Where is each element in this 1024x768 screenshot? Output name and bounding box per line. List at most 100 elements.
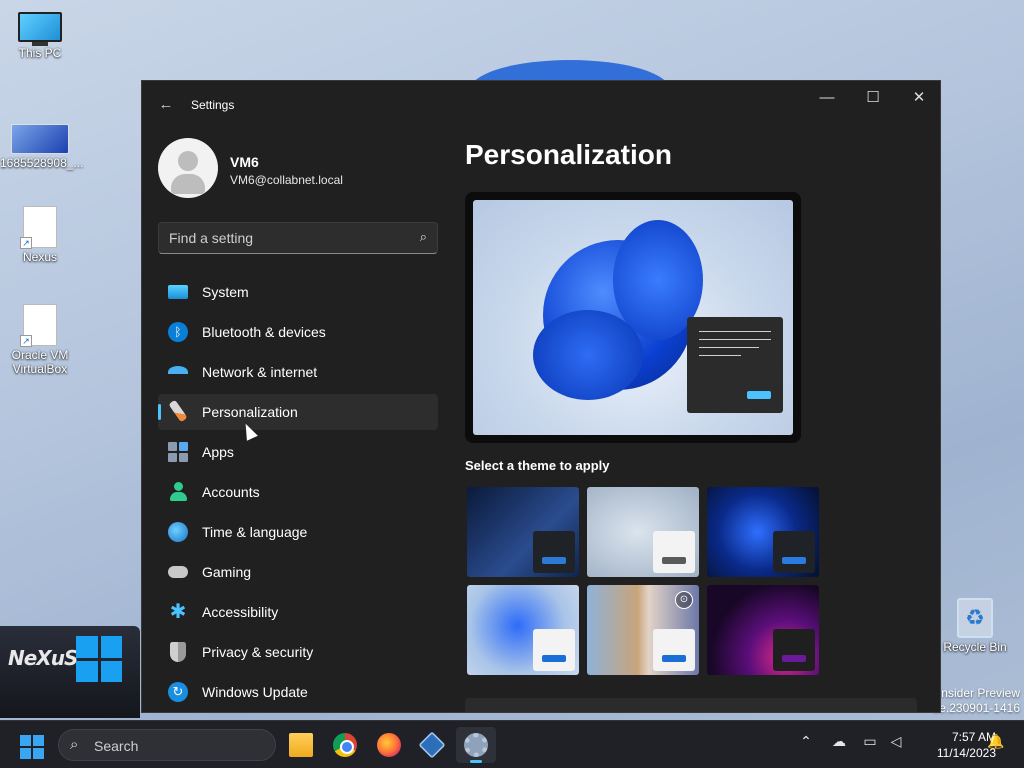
- shortcut-file-icon: ↗: [20, 304, 57, 347]
- desktop-icon-nexus[interactable]: ↗ Nexus: [0, 206, 80, 264]
- sidebar-item-system[interactable]: System: [158, 274, 438, 310]
- taskbar: ⌕ Search ⌃ ☁ ▭ ◁ 7:57 AM 11/14/2023 🔔: [0, 720, 1024, 768]
- virtualbox-icon: [418, 731, 446, 759]
- search-icon: ⌕: [70, 736, 79, 753]
- shortcut-file-icon: ↗: [20, 206, 57, 249]
- find-setting-search[interactable]: ⌕: [158, 222, 438, 254]
- account-icon: [168, 482, 188, 502]
- desktop-icon-label: 1685528908_...: [0, 156, 84, 170]
- clock-date: 11/14/2023: [936, 746, 996, 760]
- search-icon[interactable]: ⌕: [420, 229, 427, 245]
- sidebar-item-label: System: [202, 284, 249, 300]
- sidebar-item-accessibility[interactable]: ✱ Accessibility: [158, 594, 438, 630]
- image-file-icon: [11, 124, 69, 154]
- chrome-icon: [333, 733, 357, 757]
- sidebar-item-label: Apps: [202, 444, 234, 460]
- file-explorer-icon: [289, 733, 313, 757]
- apps-icon: [168, 442, 188, 462]
- sidebar-item-personalization[interactable]: Personalization: [158, 394, 438, 430]
- title-bar[interactable]: ← Settings — ☐ ✕: [142, 81, 940, 127]
- update-icon: ↻: [168, 682, 188, 702]
- network-icon[interactable]: ▭: [860, 733, 880, 750]
- maximize-button[interactable]: ☐: [850, 83, 896, 113]
- settings-icon: [464, 733, 488, 757]
- theme-tile[interactable]: ⊙: [587, 585, 699, 675]
- wallpaper-preview: [473, 200, 793, 435]
- monitor-icon: [168, 285, 188, 299]
- back-arrow-icon[interactable]: ←: [156, 95, 176, 115]
- desktop-icon-label: This PC: [18, 46, 62, 60]
- search-input[interactable]: [169, 228, 409, 248]
- theme-tile[interactable]: [707, 585, 819, 675]
- nexus-logo: NeXuS: [8, 646, 78, 670]
- sidebar-item-apps[interactable]: Apps: [158, 434, 438, 470]
- sidebar-item-label: Windows Update: [202, 684, 308, 700]
- taskbar-clock[interactable]: 7:57 AM 11/14/2023: [912, 729, 996, 761]
- sidebar-item-label: Time & language: [202, 524, 308, 540]
- sidebar-nav: System ᛒ Bluetooth & devices Network & i…: [158, 274, 438, 712]
- taskbar-search[interactable]: ⌕ Search: [58, 729, 276, 761]
- shield-icon: [170, 642, 186, 662]
- desktop-icon-label: Nexus: [22, 250, 57, 264]
- sidebar-item-gaming[interactable]: Gaming: [158, 554, 438, 590]
- desktop-icon-this-pc[interactable]: This PC: [0, 12, 80, 60]
- globe-clock-icon: [168, 522, 188, 542]
- accessibility-icon: ✱: [169, 601, 187, 623]
- sidebar-item-accounts[interactable]: Accounts: [158, 474, 438, 510]
- sidebar-item-windows-update[interactable]: ↻ Windows Update: [158, 674, 438, 710]
- user-email: VM6@collabnet.local: [230, 173, 343, 187]
- sidebar-item-bluetooth[interactable]: ᛒ Bluetooth & devices: [158, 314, 438, 350]
- paintbrush-icon: [168, 399, 188, 423]
- theme-tile[interactable]: [707, 487, 819, 577]
- wifi-icon: [168, 366, 188, 378]
- sidebar-item-label: Accounts: [202, 484, 260, 500]
- taskbar-firefox[interactable]: [369, 727, 409, 763]
- settings-card-partial[interactable]: [465, 698, 917, 712]
- taskbar-virtualbox[interactable]: [412, 727, 452, 763]
- sidebar-item-time-language[interactable]: Time & language: [158, 514, 438, 550]
- bluetooth-icon: ᛒ: [168, 322, 188, 342]
- volume-icon[interactable]: ◁: [886, 733, 906, 750]
- start-button[interactable]: [20, 735, 44, 759]
- avatar: [158, 138, 218, 198]
- theme-preview: [465, 192, 801, 443]
- taskbar-file-explorer[interactable]: [281, 727, 321, 763]
- windows-logo-icon[interactable]: [76, 636, 122, 682]
- desktop-icon-label: Oracle VM VirtualBox: [11, 348, 69, 376]
- sidebar-item-label: Accessibility: [202, 604, 279, 620]
- taskbar-settings[interactable]: [456, 727, 496, 763]
- build-watermark-line1: Insider Preview: [937, 686, 1020, 700]
- gamepad-icon: [168, 566, 188, 578]
- clock-time: 7:57 AM: [951, 730, 996, 744]
- firefox-icon: [377, 733, 401, 757]
- build-watermark-line2: se.230901-1416: [933, 701, 1020, 715]
- theme-grid: ⊙: [467, 487, 821, 675]
- app-title: Settings: [191, 98, 235, 112]
- theme-tile[interactable]: [587, 487, 699, 577]
- computer-icon: [18, 12, 62, 46]
- close-button[interactable]: ✕: [896, 83, 940, 113]
- sidebar-item-privacy-security[interactable]: Privacy & security: [158, 634, 438, 670]
- sidebar-item-label: Network & internet: [202, 364, 318, 380]
- page-title: Personalization: [465, 139, 672, 170]
- sidebar-item-label: Personalization: [202, 404, 298, 420]
- nexus-dock[interactable]: NeXuS: [0, 626, 140, 718]
- preview-window-sample: [687, 317, 783, 413]
- taskbar-search-label: Search: [94, 738, 139, 754]
- sidebar-item-label: Privacy & security: [202, 644, 314, 660]
- settings-window: ← Settings — ☐ ✕ VM6 VM6@collabnet.local…: [141, 80, 941, 713]
- notification-bell-icon[interactable]: 🔔: [986, 733, 1006, 750]
- sidebar-item-label: Gaming: [202, 564, 252, 580]
- onedrive-icon[interactable]: ☁: [829, 733, 849, 750]
- taskbar-chrome[interactable]: [325, 727, 365, 763]
- theme-tile[interactable]: [467, 487, 579, 577]
- theme-tile[interactable]: [467, 585, 579, 675]
- desktop-icon-virtualbox[interactable]: ↗ Oracle VM VirtualBox: [0, 304, 80, 376]
- desktop-icon-recycle-bin[interactable]: ♻ Recycle Bin: [935, 598, 1015, 654]
- sidebar-item-network[interactable]: Network & internet: [158, 354, 438, 390]
- desktop-icon-image-file[interactable]: 1685528908_...: [0, 124, 84, 170]
- chevron-up-icon[interactable]: ⌃: [796, 733, 816, 750]
- user-name: VM6: [230, 154, 259, 170]
- user-profile[interactable]: VM6 VM6@collabnet.local: [158, 138, 438, 198]
- minimize-button[interactable]: —: [804, 83, 850, 113]
